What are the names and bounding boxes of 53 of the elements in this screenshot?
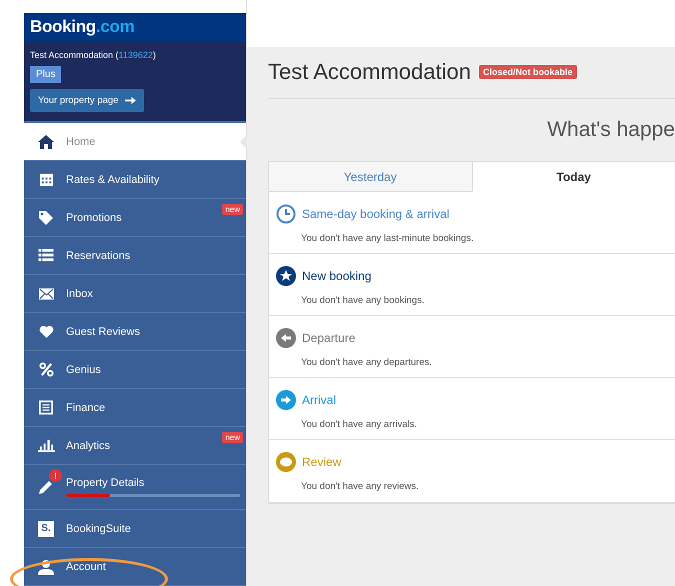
sidebar-label: Promotions xyxy=(66,212,123,224)
event-message: You don't have any last-minute bookings. xyxy=(300,233,475,244)
sidebar-label: Reservations xyxy=(66,250,132,262)
sidebar-label: Guest Reviews xyxy=(66,326,141,338)
new-badge: new xyxy=(222,204,243,215)
property-name: Test Accommodation (1139622) xyxy=(30,50,156,60)
sidebar-item[interactable]: Rates & Availability xyxy=(24,161,246,199)
sidebar-label: Genius xyxy=(66,364,102,376)
list-icon xyxy=(38,248,54,263)
sidebar-item[interactable]: Home xyxy=(24,123,246,161)
sidebar-item[interactable]: Inbox xyxy=(24,275,246,313)
suite-logo-icon: S. xyxy=(38,520,54,536)
user-icon xyxy=(38,558,54,574)
percent-icon xyxy=(38,362,54,377)
sidebar-label: BookingSuite xyxy=(66,522,132,534)
status-badge: Closed/Not bookable xyxy=(478,65,576,79)
calendar-icon xyxy=(38,172,54,187)
tag-icon xyxy=(38,210,54,226)
sidebar-label: Home xyxy=(66,136,96,148)
event-message: You don't have any bookings. xyxy=(300,295,426,306)
sidebar-item[interactable]: Promotions new xyxy=(24,199,246,237)
event-message: You don't have any arrivals. xyxy=(300,419,418,430)
sidebar-label: Rates & Availability xyxy=(66,174,160,186)
sidebar-label: Account xyxy=(66,560,107,572)
bar-chart-icon xyxy=(38,438,54,453)
event-title[interactable]: Departure xyxy=(302,331,356,345)
sidebar-item[interactable]: Analytics new xyxy=(24,427,246,465)
day-tab[interactable]: Yesterday xyxy=(269,161,472,192)
sidebar-label: Finance xyxy=(66,402,106,414)
page-title: Test Accommodation xyxy=(268,59,471,85)
property-page-button[interactable]: Your property page xyxy=(30,89,144,112)
sidebar-item[interactable]: Reservations xyxy=(24,237,246,275)
new-badge: new xyxy=(222,432,243,443)
brand-logo[interactable]: Booking.com xyxy=(30,17,134,37)
ledger-icon xyxy=(39,400,53,415)
event-title[interactable]: New booking xyxy=(302,269,372,283)
heart-icon xyxy=(38,325,54,338)
pencil-icon xyxy=(38,479,54,495)
sidebar-item[interactable]: ! Property Details xyxy=(24,465,246,510)
home-icon xyxy=(38,134,54,150)
sidebar-label: Analytics xyxy=(66,440,112,452)
event-message: You don't have any departures. xyxy=(300,357,433,368)
day-tab[interactable]: Today xyxy=(472,161,675,192)
envelope-icon xyxy=(38,288,54,300)
arrow-right-icon xyxy=(125,96,136,105)
sidebar-label: Inbox xyxy=(66,288,94,300)
sidebar-item[interactable]: S. BookingSuite xyxy=(24,510,246,548)
event-message: You don't have any reviews. xyxy=(300,481,420,492)
section-heading: What's happe xyxy=(547,118,675,142)
event-title[interactable]: Same-day booking & arrival xyxy=(302,207,450,221)
alert-badge: ! xyxy=(49,469,62,482)
plan-badge: Plus xyxy=(30,66,62,83)
sidebar-label: Property Details xyxy=(66,477,146,489)
